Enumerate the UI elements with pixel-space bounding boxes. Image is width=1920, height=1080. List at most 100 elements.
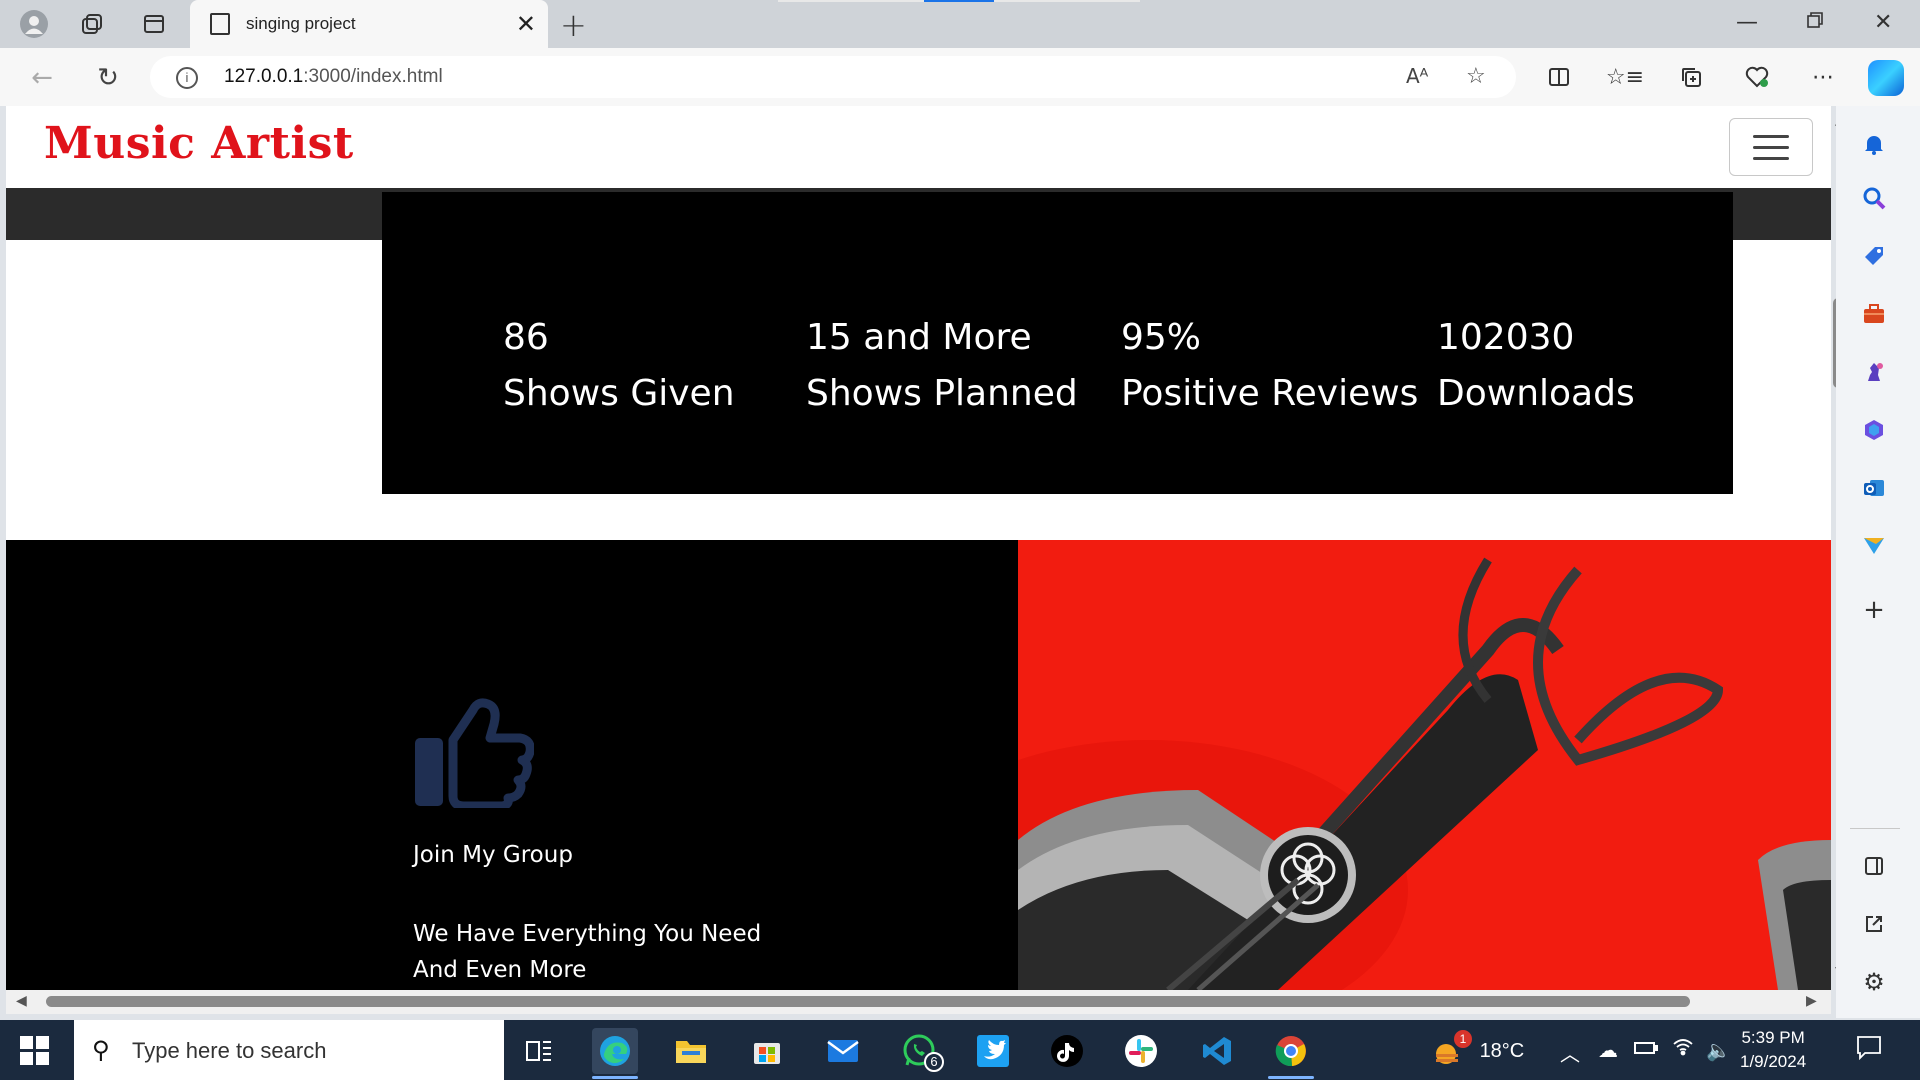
more-menu-icon[interactable]: ⋯ [1806, 60, 1840, 94]
hide-sidebar-icon[interactable] [1856, 848, 1892, 884]
horizontal-scrollbar[interactable]: ◀ ▶ [6, 990, 1831, 1014]
horizontal-scrollbar-thumb[interactable] [46, 996, 1690, 1007]
slack-icon[interactable] [1118, 1028, 1164, 1074]
tools-briefcase-icon[interactable] [1856, 296, 1892, 332]
scroll-left-arrow[interactable]: ◀ [16, 993, 27, 1009]
stat-label: Shows Given [503, 373, 735, 414]
close-window-icon[interactable]: ✕ [1874, 10, 1892, 35]
add-sidebar-app-icon[interactable]: + [1856, 592, 1892, 628]
vertical-tabs-icon[interactable] [138, 8, 170, 40]
back-icon[interactable]: ← [24, 60, 60, 96]
edge-app-icon[interactable] [592, 1028, 638, 1074]
search-icon: ⚲ [92, 1036, 110, 1064]
feature-line: We Have Everything You Need [413, 921, 762, 947]
tab-scroll-indicator-active [924, 0, 994, 2]
hamburger-menu-button[interactable] [1729, 118, 1813, 176]
browser-essentials-icon[interactable] [1740, 60, 1774, 94]
url-path: :3000/index.html [303, 66, 443, 87]
whatsapp-icon[interactable]: 6 [896, 1028, 944, 1074]
url-host: 127.0.0.1 [224, 66, 304, 87]
open-app-indicator [1268, 1076, 1314, 1079]
stat-value: 95% [1121, 317, 1202, 358]
microsoft-store-icon[interactable] [744, 1028, 790, 1074]
scroll-right-arrow[interactable]: ▶ [1806, 993, 1817, 1009]
onedrive-cloud-icon[interactable]: ☁ [1598, 1038, 1618, 1063]
shopping-tag-icon[interactable] [1856, 238, 1892, 274]
wifi-icon[interactable] [1672, 1038, 1694, 1062]
chrome-icon[interactable] [1268, 1028, 1314, 1074]
stat-shows-planned: 15 and More Shows Planned [806, 310, 1078, 422]
stat-label: Shows Planned [806, 373, 1078, 414]
system-clock[interactable]: 5:39 PM 1/9/2024 [1740, 1026, 1806, 1074]
site-info-icon[interactable]: i [176, 67, 198, 89]
new-tab-button[interactable]: + [560, 6, 587, 44]
whatsapp-badge: 6 [924, 1052, 944, 1072]
site-navbar: Music Artist [6, 106, 1831, 188]
page-icon [210, 13, 230, 35]
feature-line: And Even More [413, 957, 587, 983]
taskbar-search-placeholder: Type here to search [132, 1038, 327, 1063]
vscode-icon[interactable] [1194, 1028, 1240, 1074]
microsoft-365-icon[interactable] [1856, 412, 1892, 448]
send-drop-icon[interactable] [1856, 528, 1892, 564]
favorites-icon[interactable]: ☆≡ [1606, 60, 1644, 94]
restore-icon[interactable] [1806, 10, 1824, 35]
settings-gear-icon[interactable]: ⚙ [1856, 964, 1892, 1000]
page-viewport: Music Artist 86 Shows Given 15 and More … [6, 106, 1831, 990]
copilot-icon[interactable] [1868, 60, 1904, 96]
windows-taskbar: ⚲ Type here to search 6 1 18°C ︿ ☁ 🔈 5:3… [0, 1020, 1920, 1080]
close-tab-icon[interactable]: ✕ [516, 10, 536, 38]
headphones-photo [1018, 540, 1831, 990]
minimize-icon[interactable]: — [1736, 10, 1758, 35]
split-screen-icon[interactable] [1542, 60, 1576, 94]
taskbar-search-box[interactable]: ⚲ Type here to search [74, 1020, 504, 1080]
stat-positive-reviews: 95% Positive Reviews [1121, 310, 1418, 422]
stats-panel: 86 Shows Given 15 and More Shows Planned… [382, 192, 1733, 494]
twitter-icon[interactable] [970, 1028, 1016, 1074]
open-external-icon[interactable] [1856, 906, 1892, 942]
url-field[interactable]: i 127.0.0.1:3000/index.html Aᴬ ☆ [150, 56, 1516, 98]
show-hidden-icons-chevron[interactable]: ︿ [1560, 1038, 1580, 1067]
stat-value: 15 and More [806, 317, 1032, 358]
read-aloud-icon[interactable]: Aᴬ [1406, 64, 1428, 88]
stat-label: Downloads [1437, 373, 1635, 414]
tab-title: singing project [246, 14, 356, 33]
volume-icon[interactable]: 🔈 [1706, 1038, 1731, 1063]
profile-icon[interactable] [18, 8, 50, 40]
stat-label: Positive Reviews [1121, 373, 1419, 414]
collections-icon[interactable] [1674, 60, 1708, 94]
games-chess-icon[interactable] [1856, 354, 1892, 390]
tiktok-icon[interactable] [1044, 1028, 1090, 1074]
workspaces-icon[interactable] [76, 8, 108, 40]
windows-start-icon[interactable] [20, 1036, 50, 1066]
favorite-star-icon[interactable]: ☆ [1466, 64, 1486, 89]
outlook-icon[interactable] [1856, 470, 1892, 506]
notification-center-icon[interactable] [1856, 1034, 1882, 1066]
url-text[interactable]: 127.0.0.1:3000/index.html [224, 66, 443, 88]
address-bar-row: ← ↻ i 127.0.0.1:3000/index.html Aᴬ ☆ ☆≡ … [0, 48, 1920, 106]
edge-sidebar: + ⚙ [1836, 106, 1920, 1018]
feature-text: We Have Everything You Need And Even Mor… [413, 916, 761, 988]
brand-logo-text[interactable]: Music Artist [44, 118, 354, 169]
feature-heading: Join My Group [413, 842, 573, 868]
active-tab[interactable]: singing project ✕ [190, 0, 548, 48]
stat-value: 86 [503, 317, 549, 358]
active-app-indicator [592, 1076, 638, 1079]
refresh-icon[interactable]: ↻ [90, 60, 126, 96]
sidebar-divider [1850, 828, 1900, 829]
notifications-bell-icon[interactable] [1856, 126, 1892, 162]
stat-shows-given: 86 Shows Given [503, 310, 735, 422]
mail-icon[interactable] [820, 1028, 866, 1074]
task-view-icon[interactable] [516, 1028, 562, 1074]
search-icon[interactable] [1856, 180, 1892, 216]
battery-icon[interactable] [1634, 1038, 1658, 1061]
weather-widget[interactable]: 1 18°C [1432, 1030, 1525, 1066]
weather-badge: 1 [1454, 1030, 1472, 1048]
temperature-label: 18°C [1479, 1040, 1525, 1063]
file-explorer-icon[interactable] [668, 1028, 714, 1074]
clock-date: 1/9/2024 [1740, 1052, 1807, 1071]
stat-value: 102030 [1437, 317, 1575, 358]
hamburger-bar [1753, 135, 1789, 138]
stat-downloads: 102030 Downloads [1437, 310, 1635, 422]
thumbs-up-icon [412, 698, 535, 812]
